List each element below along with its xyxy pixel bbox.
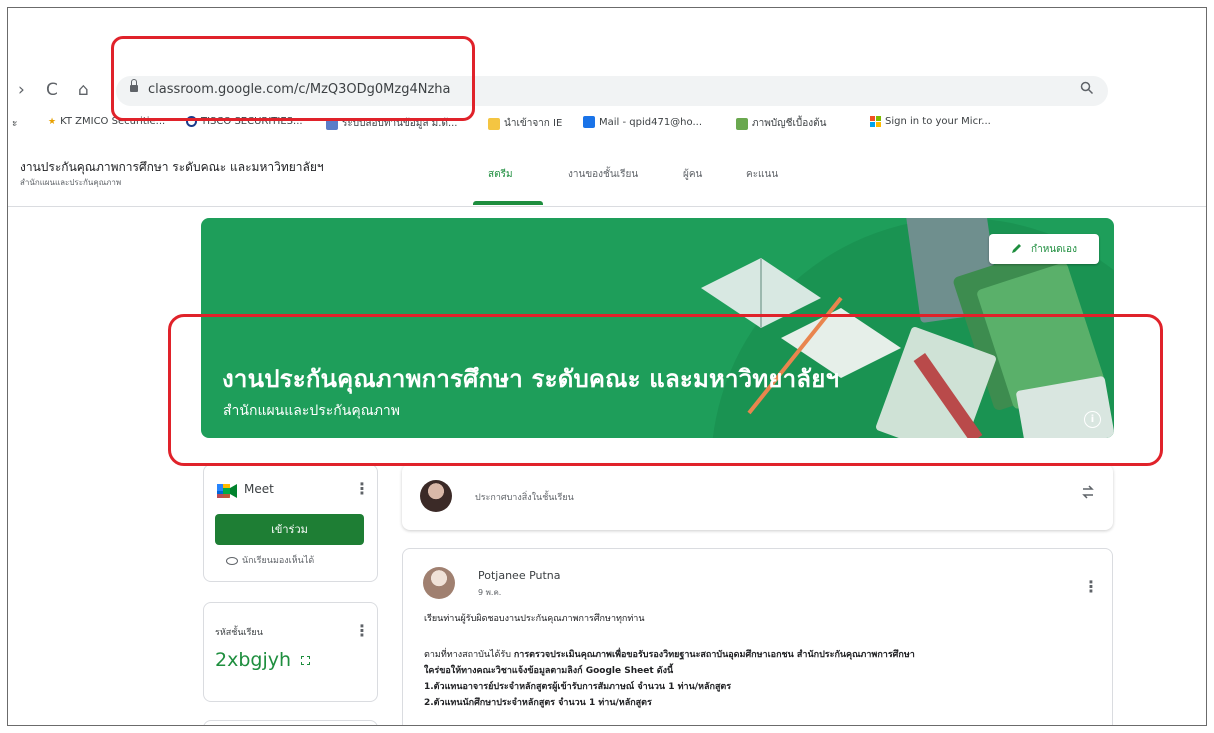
repost-icon[interactable] [1081, 484, 1095, 504]
class-code-label: รหัสชั้นเรียน [215, 628, 263, 638]
meet-card: Meet ⋮ เข้าร่วม นักเรียนมองเห็นได้ [203, 464, 378, 582]
post-card: Potjanee Putna 9 พ.ค. ⋮ เรียนท่านผู้รับผ… [402, 548, 1113, 725]
tab-stream[interactable]: สตรีม [488, 167, 513, 182]
forward-icon[interactable]: › [18, 80, 25, 100]
post-author: Potjanee Putna [478, 569, 561, 582]
more-options-icon[interactable]: ⋮ [354, 481, 370, 497]
post-text-line: ใคร่ขอให้ทางคณะวิชาแจ้งข้อมูลตามลิงก์ Go… [424, 666, 674, 676]
post-text-line: 1.ตัวแทนอาจารย์ประจำหลักสูตรผู้เข้ารับกา… [424, 682, 732, 692]
upcoming-card [203, 720, 378, 725]
visibility-note: นักเรียนมองเห็นได้ [226, 553, 314, 567]
bookmarks-bar: ะ ★ KT ZMICO Securitie... TISCO SECURITI… [8, 112, 1206, 134]
star-bookmark-icon: ★ [48, 116, 57, 127]
join-meet-button[interactable]: เข้าร่วม [215, 514, 364, 545]
tab-people[interactable]: ผู้คน [683, 167, 702, 182]
class-title[interactable]: งานประกันคุณภาพการศึกษา ระดับคณะ และมหาว… [20, 158, 324, 177]
class-code-value: 2xbgjyh [215, 649, 311, 671]
bookmark-overflow[interactable]: ะ [12, 116, 17, 131]
reload-icon[interactable]: C [46, 80, 58, 100]
avatar [420, 480, 452, 512]
banner-subtitle: สำนักแผนและประกันคุณภาพ [223, 403, 401, 419]
tab-classwork[interactable]: งานของชั้นเรียน [568, 167, 638, 182]
active-tab-indicator [473, 201, 543, 205]
more-options-icon[interactable]: ⋮ [1083, 579, 1099, 595]
microsoft-icon [870, 116, 881, 127]
google-meet-icon [217, 483, 237, 498]
url-text[interactable]: classroom.google.com/c/MzQ3ODg0Mzg4Nzha [148, 82, 451, 97]
author-avatar [423, 567, 455, 599]
meet-label: Meet [244, 482, 274, 496]
app-icon [736, 117, 748, 130]
pencil-icon [1011, 242, 1023, 257]
post-date: 9 พ.ค. [478, 588, 502, 597]
bookmark-item[interactable]: ภาพบัญชีเบื้องต้น [736, 116, 826, 131]
lock-icon [130, 79, 138, 94]
class-banner: กำหนดเอง งานประกันคุณภาพการศึกษา ระดับคณ… [201, 218, 1114, 438]
more-options-icon[interactable]: ⋮ [354, 623, 370, 639]
info-icon[interactable]: i [1084, 411, 1101, 428]
bookmark-item[interactable]: ★ KT ZMICO Securitie... [48, 116, 165, 127]
class-subtitle: สำนักแผนและประกันคุณภาพ [20, 178, 122, 187]
address-bar-row: › C ⌂ classroom.google.com/c/MzQ3ODg0Mzg… [8, 74, 1206, 110]
bookmark-item[interactable]: นำเข้าจาก IE [488, 116, 562, 131]
home-icon[interactable]: ⌂ [78, 80, 89, 100]
screenshot-frame: › C ⌂ classroom.google.com/c/MzQ3ODg0Mzg… [7, 7, 1207, 726]
banner-title: งานประกันคุณภาพการศึกษา ระดับคณะ และมหาว… [222, 365, 840, 393]
bookmark-item[interactable]: Mail - qpid471@ho... [583, 116, 702, 128]
announce-input[interactable]: ประกาศบางสิ่งในชั้นเรียน [475, 490, 574, 504]
eye-icon [226, 556, 238, 565]
post-text-line: 2.ตัวแทนนักศึกษาประจำหลักสูตร จำนวน 1 ท่… [424, 698, 652, 708]
announce-card[interactable]: ประกาศบางสิ่งในชั้นเรียน [402, 464, 1113, 530]
tab-grades[interactable]: คะแนน [746, 167, 778, 182]
outlook-icon [583, 116, 595, 128]
search-icon[interactable] [1080, 81, 1094, 99]
post-text-line: ตามที่ทางสถาบันได้รับ การตรวจประเมินคุณภ… [424, 650, 915, 660]
bookmark-item[interactable]: ระบบสอบทานข้อมูล ม.ด้... [326, 116, 457, 131]
customize-button[interactable]: กำหนดเอง [989, 234, 1099, 264]
fullscreen-icon[interactable] [301, 656, 311, 665]
post-text-line: เรียนท่านผู้รับผิดชอบงานประกันคุณภาพการศ… [424, 614, 645, 624]
class-code-card: รหัสชั้นเรียน ⋮ 2xbgjyh [203, 602, 378, 702]
site-icon [326, 117, 338, 130]
classroom-header: งานประกันคุณภาพการศึกษา ระดับคณะ และมหาว… [8, 148, 1206, 207]
folder-icon [488, 117, 500, 130]
omnibox[interactable]: classroom.google.com/c/MzQ3ODg0Mzg4Nzha [116, 76, 1108, 106]
bookmark-item[interactable]: TISCO SECURITIES... [186, 116, 303, 127]
tisco-logo-icon [186, 116, 197, 127]
bookmark-item[interactable]: Sign in to your Micr... [870, 116, 991, 127]
